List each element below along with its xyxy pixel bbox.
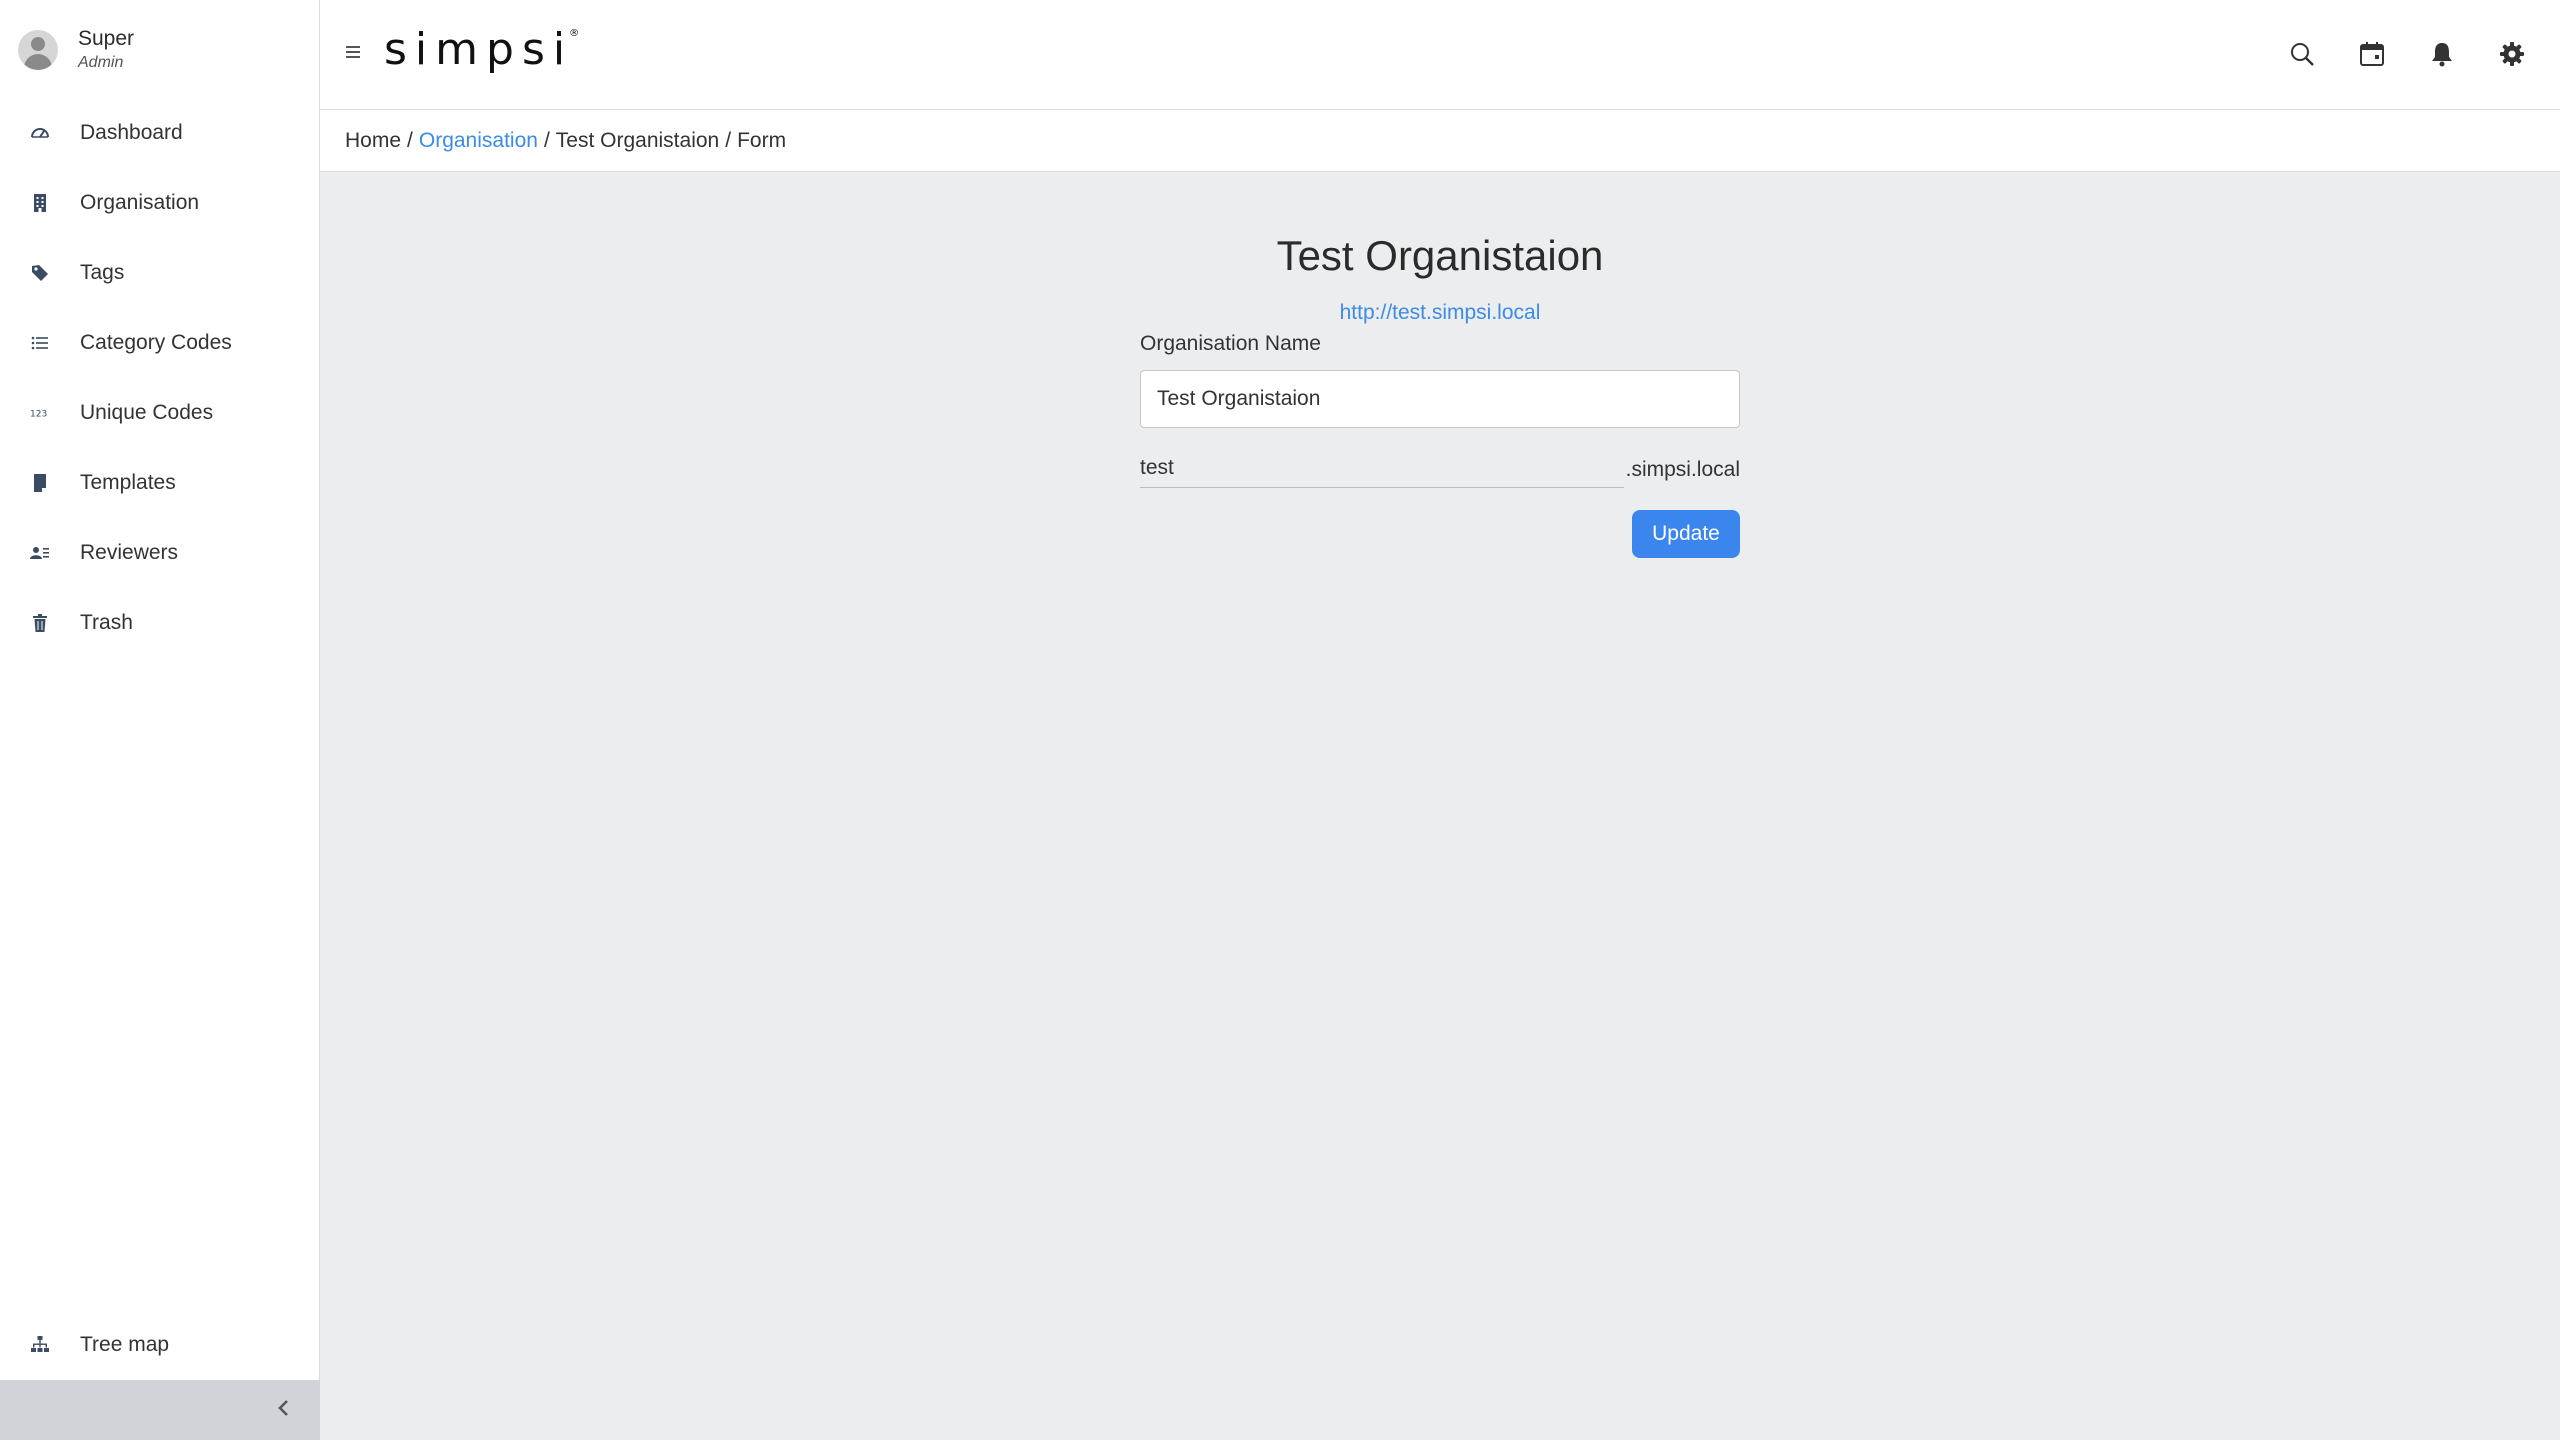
speedometer-icon xyxy=(30,123,50,143)
organisation-url-link[interactable]: http://test.simpsi.local xyxy=(1140,300,1740,326)
sidebar-item-label: Trash xyxy=(80,611,133,634)
menu-toggle-icon[interactable] xyxy=(346,46,360,60)
top-header: simpsi ® xyxy=(320,0,2560,110)
building-icon xyxy=(30,193,50,213)
breadcrumb-organisation-link[interactable]: Organisation xyxy=(419,129,538,153)
sidebar: Super Admin Dashboard Organisation Tags xyxy=(0,0,320,1440)
subdomain-input[interactable] xyxy=(1140,448,1624,488)
sidebar-item-tags[interactable]: Tags xyxy=(0,238,318,308)
sidebar-item-label: Category Codes xyxy=(80,331,232,354)
sidebar-item-unique-codes[interactable]: 123 Unique Codes xyxy=(0,378,318,448)
trash-icon xyxy=(30,613,50,633)
bell-icon[interactable] xyxy=(2424,36,2460,72)
avatar xyxy=(18,30,58,70)
user-name: Super xyxy=(78,27,135,50)
sidebar-item-label: Unique Codes xyxy=(80,401,214,424)
breadcrumb-home[interactable]: Home xyxy=(345,129,401,153)
sidebar-nav: Dashboard Organisation Tags Category Cod… xyxy=(0,98,318,658)
organisation-name-label: Organisation Name xyxy=(1140,332,1321,355)
sidebar-item-organisation[interactable]: Organisation xyxy=(0,168,318,238)
breadcrumb: Home / Organisation / Test Organistaion … xyxy=(320,110,2560,172)
sidebar-item-reviewers[interactable]: Reviewers xyxy=(0,518,318,588)
logo-text: simpsi xyxy=(384,24,574,75)
update-button[interactable]: Update xyxy=(1632,510,1740,558)
sidebar-item-trash[interactable]: Trash xyxy=(0,588,318,658)
sidebar-item-label: Templates xyxy=(80,471,176,494)
organisation-name-input[interactable] xyxy=(1140,370,1740,428)
sidebar-collapse-toggle[interactable] xyxy=(0,1380,320,1440)
sidebar-item-label: Dashboard xyxy=(80,121,183,144)
breadcrumb-separator: / xyxy=(725,128,732,152)
sidebar-item-label: Organisation xyxy=(80,191,200,214)
organisation-form: Test Organistaion http://test.simpsi.loc… xyxy=(1140,228,1740,558)
file-icon xyxy=(30,473,50,493)
subdomain-suffix: .simpsi.local xyxy=(1625,458,1740,481)
sidebar-item-label: Tree map xyxy=(80,1333,170,1356)
sidebar-item-category-codes[interactable]: Category Codes xyxy=(0,308,318,378)
sidebar-item-dashboard[interactable]: Dashboard xyxy=(0,98,318,168)
breadcrumb-page: Form xyxy=(737,128,787,152)
search-icon[interactable] xyxy=(2284,36,2320,72)
app-logo[interactable]: simpsi ® xyxy=(384,24,579,75)
chevron-left-icon xyxy=(276,1398,290,1423)
sidebar-item-label: Tags xyxy=(80,261,125,284)
sidebar-item-label: Reviewers xyxy=(80,541,179,564)
person-lines-icon xyxy=(30,543,50,563)
sidebar-item-tree-map[interactable]: Tree map xyxy=(0,1310,318,1380)
subdomain-row: .simpsi.local xyxy=(1140,448,1740,488)
breadcrumb-current-org: Test Organistaion xyxy=(555,128,720,152)
logo-registered-mark: ® xyxy=(569,28,580,39)
sidebar-item-templates[interactable]: Templates xyxy=(0,448,318,518)
breadcrumb-separator: / xyxy=(407,128,413,152)
sitemap-icon xyxy=(30,1335,50,1355)
svg-text:123: 123 xyxy=(30,410,48,420)
header-actions xyxy=(2250,36,2530,72)
list-icon xyxy=(30,333,50,353)
numbers-123-icon: 123 xyxy=(30,403,50,423)
breadcrumb-separator: / xyxy=(543,128,550,152)
page-title: Test Organistaion xyxy=(1276,232,1604,279)
calendar-icon[interactable] xyxy=(2354,36,2390,72)
user-role: Admin xyxy=(78,54,124,71)
tags-icon xyxy=(30,263,50,283)
gear-icon[interactable] xyxy=(2494,36,2530,72)
user-profile[interactable]: Super Admin xyxy=(18,22,134,78)
